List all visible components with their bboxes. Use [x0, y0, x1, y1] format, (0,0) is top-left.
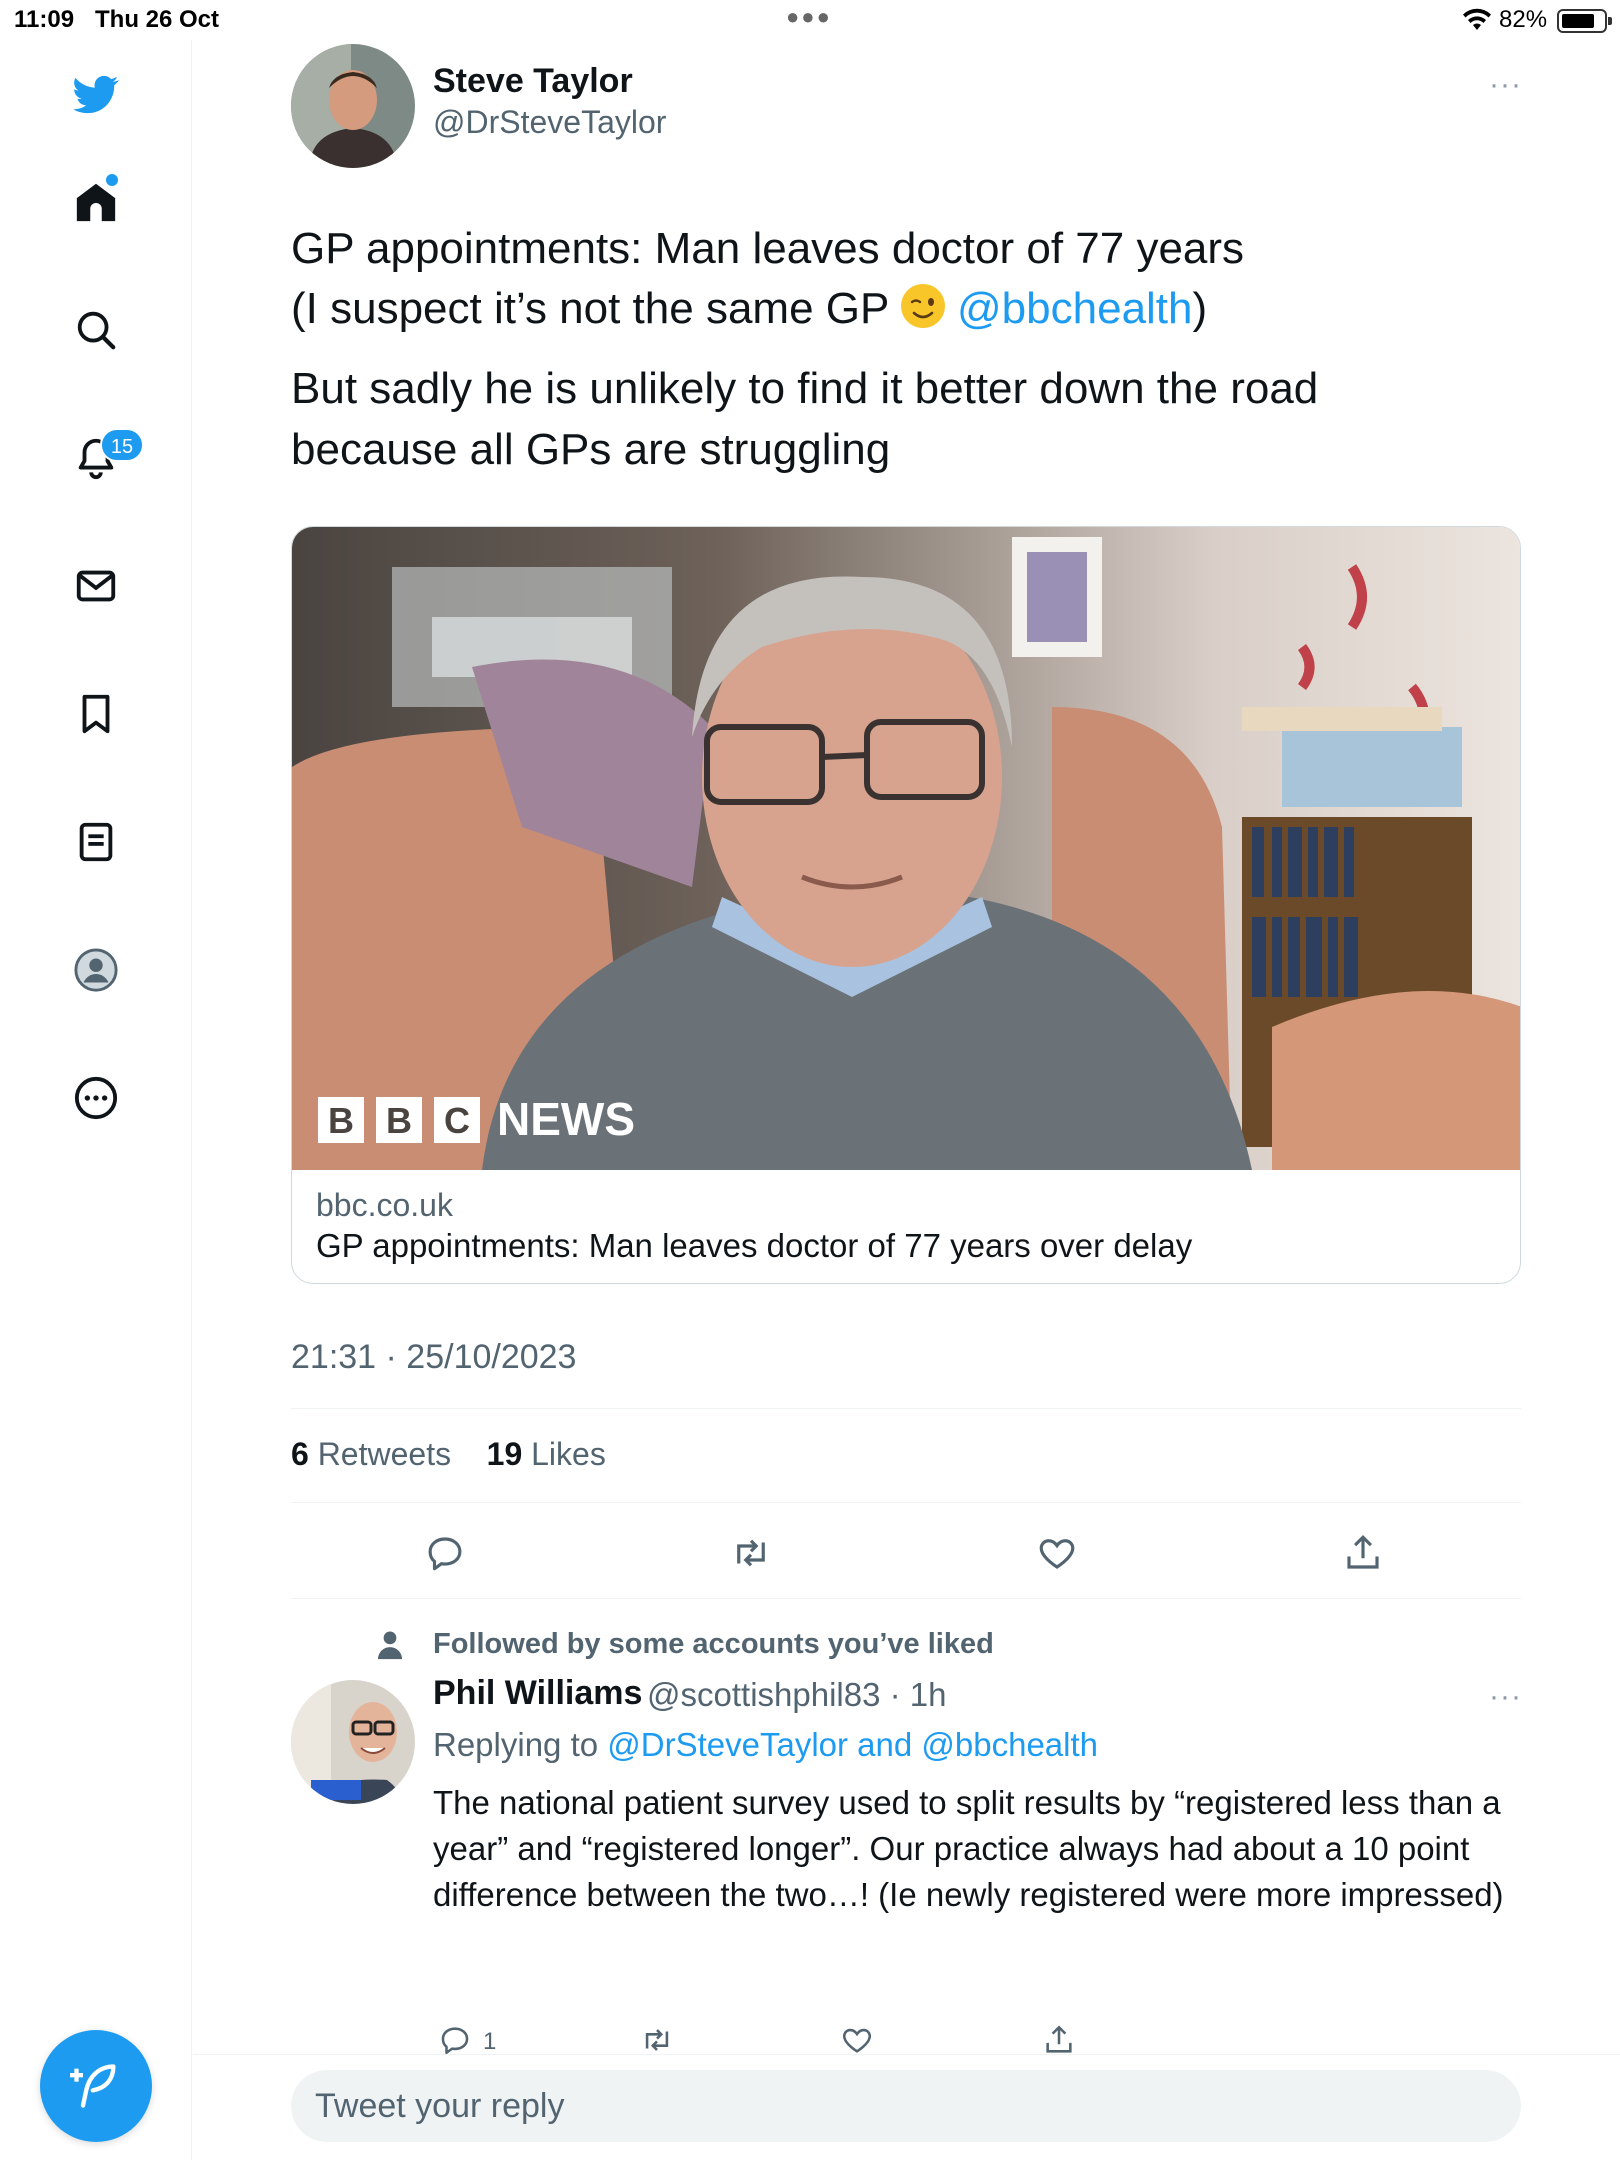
author-name[interactable]: Steve Taylor — [433, 62, 633, 101]
lists-icon[interactable] — [64, 810, 128, 874]
reply-text: The national patient survey used to spli… — [433, 1784, 1504, 1913]
home-unread-dot — [106, 174, 118, 186]
retweet-button[interactable] — [723, 1525, 779, 1581]
mail-icon[interactable] — [64, 554, 128, 618]
article-thumbnail-image: B B C NEWS — [292, 527, 1520, 1170]
tweet-text-line-3: But sadly he is unlikely to find it bett… — [291, 364, 1319, 413]
profile-icon[interactable] — [64, 938, 128, 1002]
tweet-timestamp[interactable]: 21:31 · 25/10/2023 — [291, 1338, 576, 1377]
tweet-text-line-1: GP appointments: Man leaves doctor of 77… — [291, 224, 1245, 273]
notifications-badge: 15 — [100, 428, 144, 462]
share-button[interactable] — [1335, 1525, 1391, 1581]
divider — [291, 1502, 1521, 1503]
reply-retweet-button[interactable] — [635, 2018, 679, 2062]
more-circle-icon[interactable] — [64, 1066, 128, 1130]
tweet-stats: 6 Retweets 19 Likes — [291, 1436, 606, 1473]
reply-composer[interactable] — [291, 2070, 1521, 2142]
composer-divider — [193, 2054, 1620, 2055]
share-icon — [1046, 2025, 1072, 2053]
multitasking-dots-icon[interactable]: ●●● — [786, 4, 832, 30]
social-context: Followed by some accounts you’ve liked — [433, 1628, 994, 1660]
tweet-text-line-4: because all GPs are struggling — [291, 425, 891, 474]
mention-bbchealth-link[interactable]: @bbchealth — [957, 284, 1193, 333]
like-button[interactable] — [1029, 1525, 1085, 1581]
wifi-icon — [1463, 8, 1491, 30]
tweet-detail: Steve Taylor @DrSteveTaylor ··· GP appoi… — [193, 40, 1620, 2160]
person-icon — [377, 1631, 403, 1660]
retweets-stat[interactable]: 6 Retweets — [291, 1436, 451, 1472]
svg-text:B: B — [328, 1100, 354, 1141]
reply-reply-count: 1 — [483, 2028, 497, 2055]
author-avatar[interactable] — [291, 44, 415, 168]
share-icon — [1347, 1535, 1379, 1569]
reply-input[interactable] — [291, 2070, 1521, 2142]
search-icon[interactable] — [64, 298, 128, 362]
status-date: Thu 26 Oct — [95, 6, 220, 33]
reply-author-avatar[interactable] — [291, 1680, 415, 1804]
card-domain: bbc.co.uk — [316, 1187, 453, 1223]
status-time: 11:09 — [14, 6, 75, 33]
reply-like-button[interactable] — [835, 2018, 879, 2062]
svg-text:C: C — [444, 1100, 470, 1141]
heart-icon — [1039, 1539, 1075, 1569]
winking-face-emoji-icon — [900, 284, 945, 328]
reply-icon — [428, 1537, 462, 1571]
retweet-icon — [645, 2029, 669, 2051]
likes-stat[interactable]: 19 Likes — [487, 1436, 606, 1472]
author-handle[interactable]: @DrSteveTaylor — [433, 104, 666, 141]
reply-button[interactable] — [417, 1525, 473, 1581]
battery-percent: 82% — [1499, 6, 1548, 33]
reply-reply-button[interactable] — [433, 2018, 477, 2062]
compose-tweet-button[interactable] — [40, 2030, 152, 2142]
reply-more-options-icon[interactable]: ··· — [1489, 1680, 1522, 1714]
home-icon[interactable] — [64, 170, 128, 234]
tweet-text-line-2: (I suspect it’s not the same GP @bbcheal… — [291, 284, 1208, 333]
compose-feather-icon — [70, 2064, 116, 2108]
reply-share-button[interactable] — [1037, 2018, 1081, 2062]
bookmark-icon[interactable] — [64, 682, 128, 746]
tweet-more-options-icon[interactable]: ··· — [1489, 68, 1522, 102]
svg-text:B: B — [386, 1100, 412, 1141]
sidebar-nav: 15 — [0, 40, 192, 2160]
twitter-bird-icon[interactable] — [64, 62, 128, 126]
divider — [291, 1408, 1521, 1409]
replying-to: Replying to @DrSteveTaylor and @bbchealt… — [433, 1726, 1099, 1763]
heart-icon — [842, 2028, 872, 2053]
link-preview-card[interactable]: B B C NEWS bbc.co.uk GP appointments: Ma… — [291, 526, 1521, 1284]
status-bar: 11:09 Thu 26 Oct ●●● 82% — [0, 0, 1620, 40]
reply-author-handle-time[interactable]: @scottishphil83 · 1h — [647, 1676, 946, 1714]
replying-to-mentions[interactable]: @DrSteveTaylor and @bbchealth — [607, 1726, 1098, 1763]
battery-icon — [1557, 9, 1612, 33]
reply-author-name[interactable]: Phil Williams — [433, 1674, 642, 1713]
divider — [291, 1598, 1521, 1599]
retweet-icon — [737, 1539, 765, 1567]
reply-icon — [441, 2027, 469, 2055]
svg-text:NEWS: NEWS — [497, 1093, 635, 1145]
card-title: GP appointments: Man leaves doctor of 77… — [316, 1227, 1193, 1264]
